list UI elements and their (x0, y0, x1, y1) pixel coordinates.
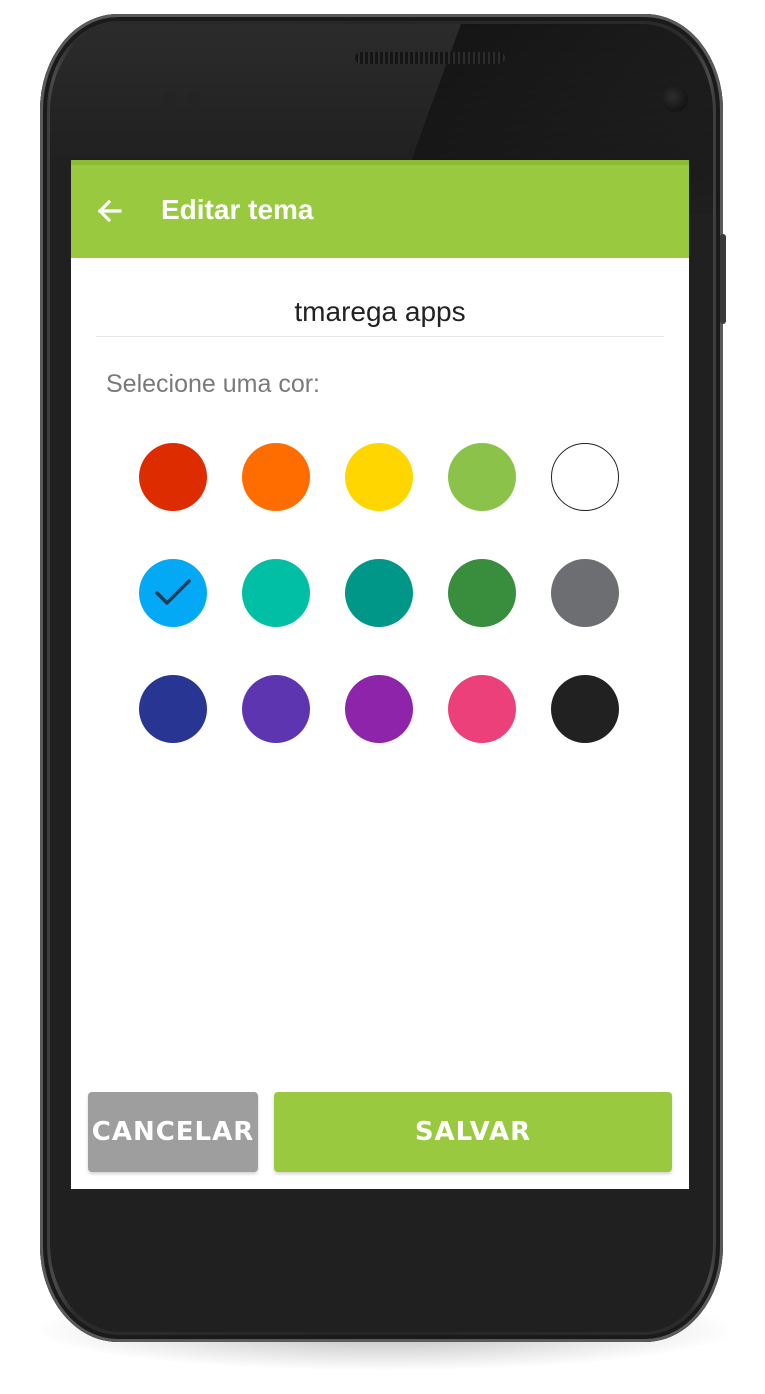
page-title: Editar tema (161, 194, 314, 225)
color-swatch-red[interactable] (139, 443, 207, 511)
color-swatch-white[interactable] (551, 443, 619, 511)
color-swatch-teal[interactable] (345, 559, 413, 627)
front-camera (662, 86, 688, 112)
light-sensor (188, 92, 202, 106)
cancel-button[interactable]: CANCELAR (88, 1092, 258, 1172)
color-swatch-yellow[interactable] (345, 443, 413, 511)
earpiece-speaker (355, 52, 505, 64)
color-swatch-light-blue[interactable] (139, 559, 207, 627)
arrow-left-icon (97, 199, 122, 223)
color-swatch-turquoise[interactable] (242, 559, 310, 627)
color-swatch-light-green[interactable] (448, 443, 516, 511)
color-swatch-purple[interactable] (345, 675, 413, 743)
power-button (720, 234, 726, 324)
color-swatch-deep-purple[interactable] (242, 675, 310, 743)
checkmark-icon (155, 579, 191, 605)
color-swatch-orange[interactable] (242, 443, 310, 511)
color-swatch-green[interactable] (448, 559, 516, 627)
save-button[interactable]: SALVAR (274, 1092, 672, 1172)
app-screen: Editar tema Selecione uma cor: CANCELAR … (71, 160, 689, 1189)
color-swatch-gray[interactable] (551, 559, 619, 627)
color-swatch-pink[interactable] (448, 675, 516, 743)
status-bar (71, 160, 689, 165)
device-mockup: Editar tema Selecione uma cor: CANCELAR … (0, 0, 765, 1394)
color-swatch-indigo[interactable] (139, 675, 207, 743)
back-button[interactable] (89, 190, 131, 232)
color-prompt-label: Selecione uma cor: (106, 370, 321, 398)
app-bar: Editar tema (71, 160, 689, 258)
theme-name-input[interactable] (96, 288, 664, 337)
color-swatch-black[interactable] (551, 675, 619, 743)
proximity-sensor (162, 92, 176, 106)
